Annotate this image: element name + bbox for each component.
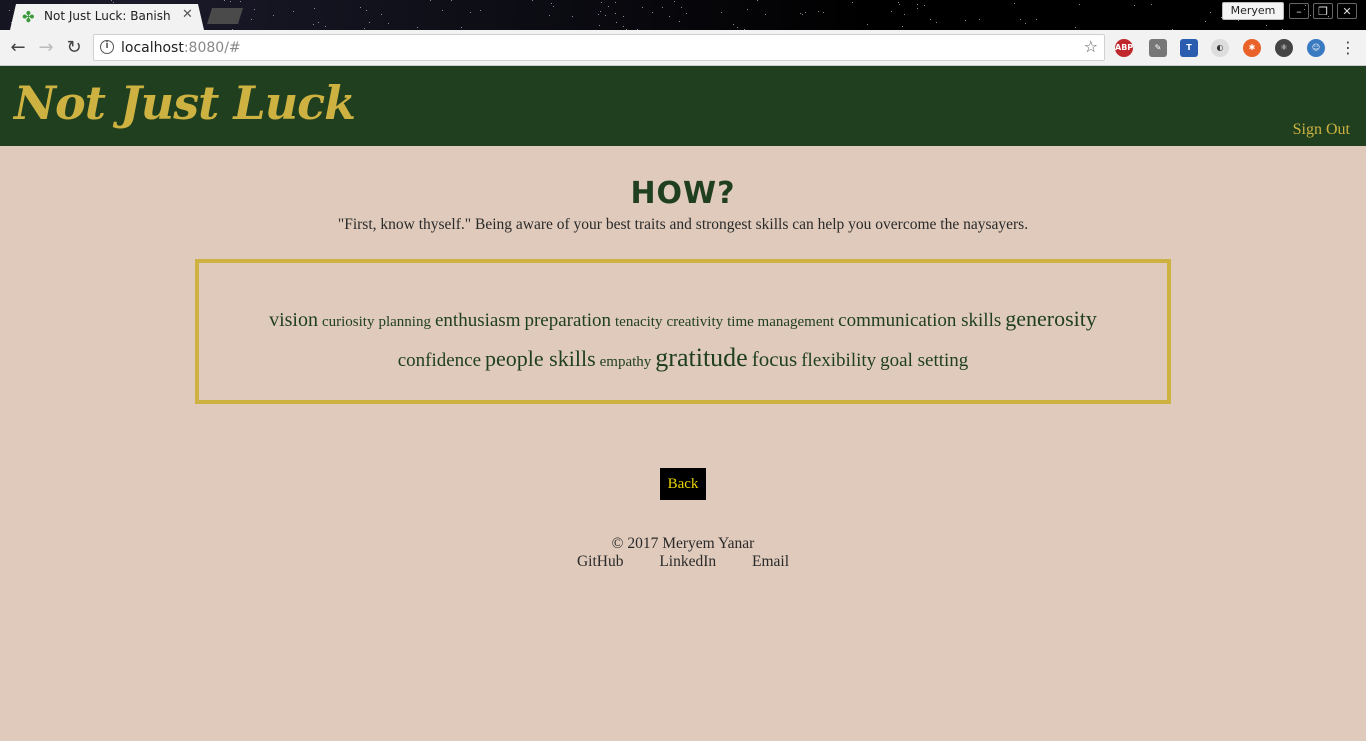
extension-t-icon[interactable]: T	[1180, 39, 1198, 57]
react-devtools-icon[interactable]: ⚛	[1275, 39, 1293, 57]
adblock-icon[interactable]: ABP	[1115, 39, 1133, 57]
skill-word: communication skills	[838, 310, 1002, 331]
extension-circle-icon[interactable]: ◐	[1211, 39, 1229, 57]
skill-word: flexibility	[801, 350, 877, 371]
minimize-icon[interactable]: –	[1289, 3, 1309, 19]
site-header: Not Just Luck Sign Out	[0, 66, 1366, 146]
skill-word: empathy	[599, 354, 652, 370]
footer: © 2017 Meryem Yanar GitHub LinkedIn Emai…	[0, 535, 1366, 571]
browser-tab-active[interactable]: ✤ Not Just Luck: Banish Im ✕	[10, 4, 204, 30]
address-bar[interactable]: i localhost:8080/# ☆	[93, 34, 1105, 61]
skill-word: preparation	[524, 310, 611, 331]
close-window-icon[interactable]: ✕	[1337, 3, 1357, 19]
new-tab-button[interactable]	[207, 8, 243, 24]
eyedropper-icon[interactable]: ✎	[1149, 39, 1167, 57]
skill-word: gratitude	[655, 343, 748, 372]
profile-button[interactable]: Meryem	[1222, 2, 1284, 20]
extension-face-icon[interactable]: ☺	[1307, 39, 1325, 57]
back-button[interactable]: Back	[660, 468, 706, 500]
info-icon[interactable]: i	[100, 40, 114, 54]
site-logo[interactable]: Not Just Luck	[14, 76, 356, 130]
sign-out-link[interactable]: Sign Out	[1293, 121, 1350, 139]
skill-word: time management	[727, 314, 835, 330]
copyright: © 2017 Meryem Yanar	[611, 535, 755, 552]
skill-word: goal setting	[880, 350, 969, 371]
skill-word: creativity	[666, 314, 724, 330]
clover-icon: ✤	[22, 8, 35, 26]
skills-cloud: vision curiosity planning enthusiasm pre…	[195, 259, 1171, 404]
linkedin-link[interactable]: LinkedIn	[659, 553, 716, 571]
reload-icon[interactable]: ↻	[62, 36, 86, 60]
url-text: localhost:8080/#	[121, 40, 241, 56]
page-title: HOW?	[630, 176, 736, 211]
forward-arrow-icon[interactable]: →	[34, 36, 58, 60]
tab-close-icon[interactable]: ✕	[182, 7, 193, 22]
browser-toolbar: ← → ↻ i localhost:8080/# ☆ ABP ✎ T ◐ ✱ ⚛…	[0, 30, 1366, 66]
page-subtitle: "First, know thyself." Being aware of yo…	[337, 216, 1029, 233]
skill-word: focus	[751, 347, 798, 371]
bookmark-star-icon[interactable]: ☆	[1084, 37, 1098, 56]
github-link[interactable]: GitHub	[577, 553, 624, 571]
skill-word: generosity	[1005, 306, 1097, 331]
browser-tab-strip: ✤ Not Just Luck: Banish Im ✕ Meryem – ❐ …	[0, 0, 1366, 30]
skill-word: vision	[269, 309, 318, 331]
skill-word: tenacity	[615, 314, 663, 330]
extension-orange-icon[interactable]: ✱	[1243, 39, 1261, 57]
back-arrow-icon[interactable]: ←	[6, 36, 30, 60]
restore-icon[interactable]: ❐	[1313, 3, 1333, 19]
email-link[interactable]: Email	[752, 553, 789, 571]
skill-word: enthusiasm	[434, 310, 521, 331]
tab-title: Not Just Luck: Banish Im	[44, 9, 171, 23]
skill-word: confidence	[397, 350, 482, 371]
menu-dots-icon[interactable]: ⋮	[1336, 36, 1360, 60]
skill-word: curiosity	[321, 314, 375, 330]
skill-word: planning	[378, 314, 431, 330]
skill-word: people skills	[485, 346, 596, 371]
footer-links: GitHub LinkedIn Email	[0, 553, 1366, 571]
